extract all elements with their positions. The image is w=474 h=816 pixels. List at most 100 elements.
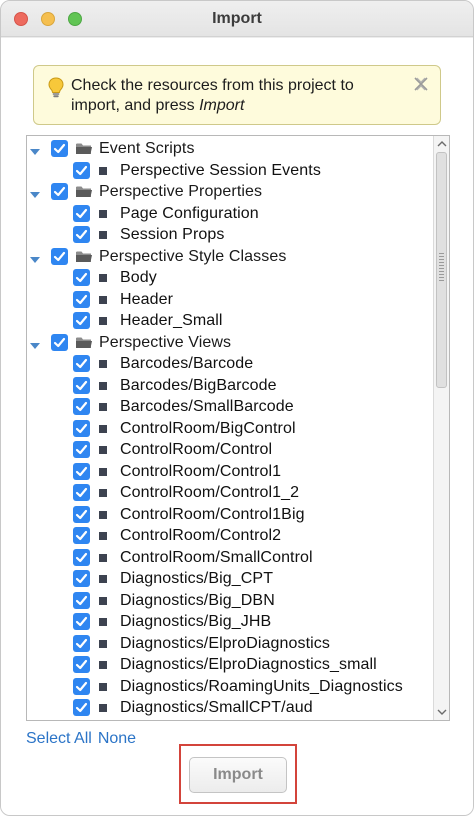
resource-checkbox[interactable] [51, 333, 68, 351]
tree-row-label: ControlRoom/Control1Big [120, 505, 305, 523]
resource-tree-rows: Event Scripts Perspective Session Events P… [27, 138, 433, 722]
scrollbar-thumb[interactable] [436, 152, 447, 388]
tree-item-row[interactable]: Diagnostics/Big_CPT [27, 568, 433, 590]
import-button[interactable]: Import [189, 757, 287, 793]
resource-icon [99, 446, 107, 454]
tree-item-row[interactable]: ControlRoom/BigControl [27, 418, 433, 440]
resource-checkbox[interactable] [73, 419, 90, 437]
resource-checkbox[interactable] [51, 247, 68, 265]
resource-checkbox[interactable] [73, 484, 90, 501]
folder-icon [75, 184, 93, 199]
resource-icon [99, 166, 107, 175]
resource-icon [99, 618, 107, 626]
resource-icon [99, 575, 107, 583]
tree-item-row[interactable]: ControlRoom/Control1Big [27, 504, 433, 526]
resource-icon [99, 682, 107, 691]
resource-icon [99, 381, 107, 390]
tree-row-label: ControlRoom/Control2 [120, 527, 282, 544]
resource-checkbox[interactable] [73, 462, 90, 480]
resource-checkbox[interactable] [73, 376, 90, 394]
tree-item-row[interactable]: ControlRoom/Control1 [27, 461, 433, 483]
tree-item-row[interactable]: Header [27, 289, 433, 311]
window-title: Import [212, 10, 262, 27]
resource-checkbox[interactable] [73, 355, 90, 372]
resource-tree[interactable]: Event Scripts Perspective Session Events P… [26, 135, 450, 721]
resource-checkbox[interactable] [51, 183, 68, 200]
resource-icon [99, 274, 107, 282]
resource-checkbox[interactable] [73, 226, 90, 243]
tree-item-row[interactable]: Diagnostics/Big_JHB [27, 611, 433, 633]
close-hint-icon[interactable] [412, 75, 430, 93]
select-all-link[interactable]: Select All [26, 730, 92, 747]
resource-icon [99, 360, 107, 368]
resource-icon [99, 596, 107, 605]
resource-checkbox[interactable] [73, 161, 90, 179]
resource-checkbox[interactable] [73, 269, 90, 286]
resource-checkbox[interactable] [73, 613, 90, 630]
tree-group-row[interactable]: Perspective Style Classes [27, 246, 433, 268]
resource-checkbox[interactable] [73, 527, 90, 544]
resource-checkbox[interactable] [51, 140, 68, 157]
resource-checkbox[interactable] [73, 721, 90, 722]
select-none-link[interactable]: None [98, 730, 136, 747]
tree-row-label: Header_Small [120, 312, 223, 329]
tree-group-row[interactable]: Perspective Properties [27, 181, 433, 203]
tree-group-row[interactable]: Event Scripts [27, 138, 433, 160]
tree-item-row[interactable]: Barcodes/SmallBarcode [27, 396, 433, 418]
expand-arrow-icon[interactable] [29, 252, 41, 263]
resource-checkbox[interactable] [73, 677, 90, 695]
resource-checkbox[interactable] [73, 441, 90, 458]
expand-arrow-icon[interactable] [29, 338, 41, 349]
expand-arrow-icon[interactable] [29, 144, 41, 155]
scroll-down-arrow-icon[interactable] [437, 708, 447, 716]
tree-item-row[interactable]: ControlRoom/Control1_2 [27, 482, 433, 504]
tree-item-row[interactable]: Diagnostics/SmallCPT/bell [27, 719, 433, 722]
hint-message: Check the resources from this project to… [71, 76, 404, 116]
tree-row-label: Diagnostics/RoamingUnits_Diagnostics [120, 677, 403, 695]
tree-row-label: Diagnostics/ElproDiagnostics [120, 634, 331, 652]
expand-arrow-icon[interactable] [29, 187, 41, 198]
tree-row-label: Diagnostics/ElproDiagnostics_small [120, 656, 377, 673]
resource-checkbox[interactable] [73, 312, 90, 329]
tree-item-row[interactable]: Diagnostics/Big_DBN [27, 590, 433, 612]
tree-row-label: Body [120, 269, 157, 286]
tree-row-label: Diagnostics/Big_DBN [120, 591, 275, 609]
tree-item-row[interactable]: Diagnostics/SmallCPT/aud [27, 697, 433, 719]
resource-checkbox[interactable] [73, 570, 90, 587]
tree-item-row[interactable]: Diagnostics/ElproDiagnostics [27, 633, 433, 655]
tree-item-row[interactable]: ControlRoom/Control [27, 439, 433, 461]
resource-checkbox[interactable] [73, 398, 90, 415]
resource-checkbox[interactable] [73, 548, 90, 566]
resource-checkbox[interactable] [73, 204, 90, 222]
title-bar: Import [1, 1, 473, 37]
tree-item-row[interactable]: Barcodes/Barcode [27, 353, 433, 375]
tree-item-row[interactable]: Barcodes/BigBarcode [27, 375, 433, 397]
scroll-up-arrow-icon[interactable] [437, 140, 447, 148]
resource-checkbox[interactable] [73, 634, 90, 652]
tree-item-row[interactable]: ControlRoom/SmallControl [27, 547, 433, 569]
resource-checkbox[interactable] [73, 591, 90, 609]
resource-checkbox[interactable] [73, 505, 90, 523]
tree-item-row[interactable]: Page Configuration [27, 203, 433, 225]
resource-checkbox[interactable] [73, 656, 90, 673]
tree-row-label: Barcodes/Barcode [120, 355, 254, 372]
import-dialog: Import Check the resources from this pro… [0, 0, 474, 816]
tree-row-label: Diagnostics/SmallCPT/bell [120, 720, 311, 721]
tree-group-row[interactable]: Perspective Views [27, 332, 433, 354]
tree-item-row[interactable]: Diagnostics/ElproDiagnostics_small [27, 654, 433, 676]
resource-checkbox[interactable] [73, 290, 90, 308]
tree-row-label: Session Props [120, 226, 225, 243]
tree-item-row[interactable]: ControlRoom/Control2 [27, 525, 433, 547]
tree-item-row[interactable]: Perspective Session Events [27, 160, 433, 182]
folder-icon [75, 141, 93, 156]
tree-row-label: ControlRoom/SmallControl [120, 548, 313, 566]
tree-item-row[interactable]: Diagnostics/RoamingUnits_Diagnostics [27, 676, 433, 698]
resource-icon [99, 639, 107, 648]
tree-item-row[interactable]: Session Props [27, 224, 433, 246]
selection-links: Select All None [26, 730, 136, 748]
tree-vertical-scrollbar[interactable] [433, 136, 449, 720]
scrollbar-grip [439, 253, 444, 281]
tree-item-row[interactable]: Header_Small [27, 310, 433, 332]
tree-item-row[interactable]: Body [27, 267, 433, 289]
resource-checkbox[interactable] [73, 699, 90, 716]
